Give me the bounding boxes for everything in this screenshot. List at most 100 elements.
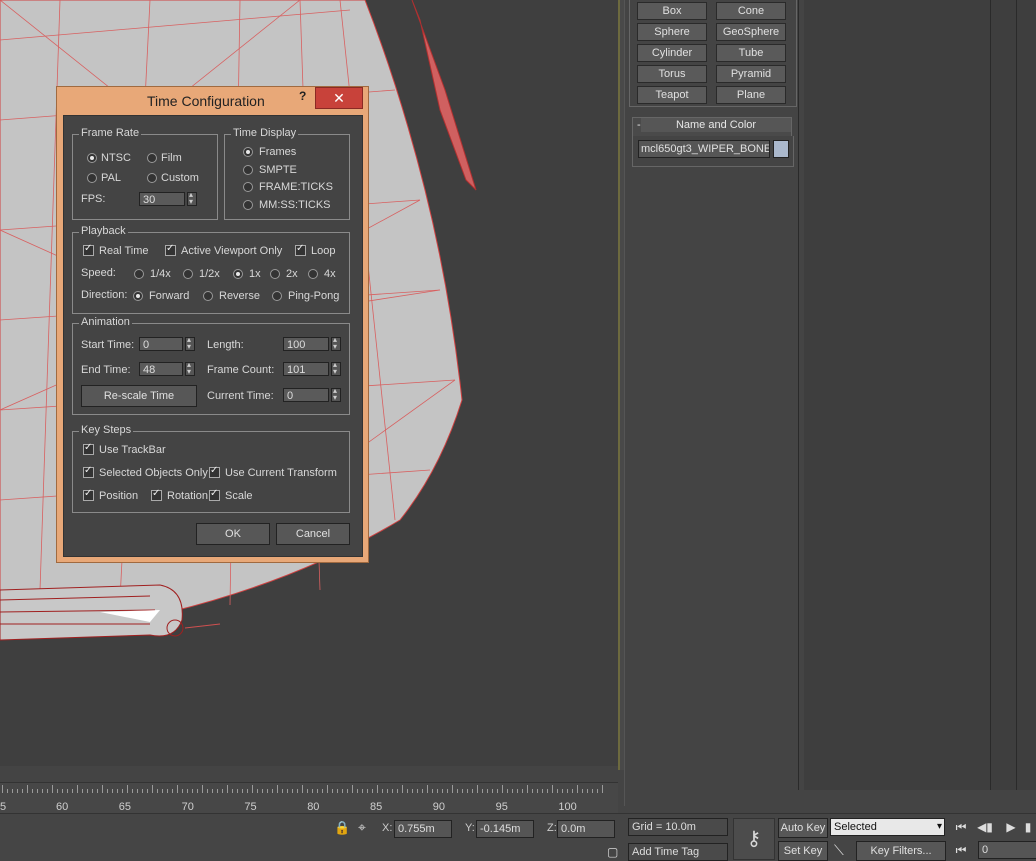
timeline-tick bbox=[122, 789, 123, 793]
speed-1x-radio[interactable] bbox=[233, 269, 243, 279]
current-time-spinner[interactable] bbox=[331, 386, 341, 402]
reverse-radio[interactable] bbox=[203, 291, 213, 301]
timeline-tick bbox=[182, 789, 183, 793]
create-torus-button[interactable]: Torus bbox=[637, 65, 707, 83]
current-time-field[interactable]: 0 bbox=[283, 388, 329, 402]
pingpong-radio[interactable] bbox=[272, 291, 282, 301]
mm-ss-ticks-radio[interactable] bbox=[243, 200, 253, 210]
key-mode-dropdown[interactable]: Selected ▾ bbox=[830, 818, 945, 836]
speed-2x-radio[interactable] bbox=[270, 269, 280, 279]
create-teapot-button[interactable]: Teapot bbox=[637, 86, 707, 104]
speed-half-radio[interactable] bbox=[183, 269, 193, 279]
film-radio[interactable] bbox=[147, 153, 157, 163]
speed-4x-radio[interactable] bbox=[308, 269, 318, 279]
lock-icon[interactable]: 🔒 bbox=[334, 820, 350, 836]
timeline-tick bbox=[282, 789, 283, 793]
timeline-tick bbox=[17, 789, 18, 793]
real-time-checkbox[interactable] bbox=[83, 243, 94, 256]
help-button[interactable]: ? bbox=[299, 89, 306, 103]
use-trackbar-checkbox[interactable] bbox=[83, 442, 94, 455]
timeline-tick bbox=[42, 789, 43, 793]
frame-count-field[interactable]: 101 bbox=[283, 362, 329, 376]
timeline-tick bbox=[7, 789, 8, 793]
selected-objects-only-checkbox[interactable] bbox=[83, 465, 94, 478]
create-cylinder-button[interactable]: Cylinder bbox=[637, 44, 707, 62]
length-field[interactable]: 100 bbox=[283, 337, 329, 351]
frame-count-spinner[interactable] bbox=[331, 360, 341, 376]
timeline-tick bbox=[507, 789, 508, 793]
start-time-spinner[interactable] bbox=[185, 335, 195, 351]
timeline-tick bbox=[207, 789, 208, 793]
ntsc-label: NTSC bbox=[101, 152, 131, 164]
go-to-start-icon[interactable]: ⏮ bbox=[950, 818, 972, 836]
dialog-titlebar[interactable]: Time Configuration ? ✕ bbox=[57, 87, 368, 115]
create-sphere-button[interactable]: Sphere bbox=[637, 23, 707, 41]
set-keys-key-icon[interactable]: ⚷ bbox=[733, 818, 775, 860]
set-key-button[interactable]: Set Key bbox=[778, 841, 828, 861]
key-filters-button[interactable]: Key Filters... bbox=[856, 841, 946, 861]
use-current-transform-checkbox[interactable] bbox=[209, 465, 220, 478]
time-slider-track[interactable]: 5 60 65 70 75 80 85 90 95 100 bbox=[0, 782, 618, 813]
object-color-swatch[interactable] bbox=[773, 140, 789, 158]
previous-frame-icon[interactable]: ◀▮ bbox=[974, 818, 996, 836]
selected-objects-only-label: Selected Objects Only bbox=[99, 467, 208, 479]
z-coordinate-field[interactable]: 0.0m bbox=[557, 820, 615, 838]
end-time-field[interactable]: 48 bbox=[139, 362, 183, 376]
speed-4x-label: 4x bbox=[324, 268, 336, 280]
create-cone-button[interactable]: Cone bbox=[716, 2, 786, 20]
timeline-tick bbox=[157, 789, 158, 793]
timeline-tick bbox=[477, 785, 478, 793]
loop-checkbox[interactable] bbox=[295, 243, 306, 256]
scale-checkbox[interactable] bbox=[209, 488, 220, 501]
fps-spinner[interactable] bbox=[187, 190, 197, 206]
speed-quarter-radio[interactable] bbox=[134, 269, 144, 279]
smpte-radio[interactable] bbox=[243, 165, 253, 175]
create-box-button[interactable]: Box bbox=[637, 2, 707, 20]
time-tag-icon[interactable]: ▢ bbox=[607, 845, 618, 859]
timeline-tick bbox=[227, 785, 228, 793]
create-plane-button[interactable]: Plane bbox=[716, 86, 786, 104]
absolute-mode-icon[interactable]: ⌖ bbox=[358, 819, 366, 836]
start-time-field[interactable]: 0 bbox=[139, 337, 183, 351]
frame-rate-title: Frame Rate bbox=[79, 127, 142, 139]
end-time-spinner[interactable] bbox=[185, 360, 195, 376]
custom-radio[interactable] bbox=[147, 173, 157, 183]
timeline-tick bbox=[107, 789, 108, 793]
ntsc-radio[interactable] bbox=[87, 153, 97, 163]
length-spinner[interactable] bbox=[331, 335, 341, 351]
timeline-tick-label: 100 bbox=[558, 801, 577, 813]
timeline-tick bbox=[497, 789, 498, 793]
timeline-tick bbox=[312, 789, 313, 793]
timeline-tick bbox=[572, 789, 573, 793]
current-frame-field[interactable]: 0 bbox=[978, 841, 1036, 859]
forward-radio[interactable] bbox=[133, 291, 143, 301]
cancel-button[interactable]: Cancel bbox=[276, 523, 350, 545]
fps-field[interactable]: 30 bbox=[139, 192, 185, 206]
rotation-checkbox[interactable] bbox=[151, 488, 162, 501]
timeline-tick bbox=[587, 789, 588, 793]
timeline-tick bbox=[422, 789, 423, 793]
frame-ticks-radio[interactable] bbox=[243, 182, 253, 192]
y-coordinate-field[interactable]: -0.145m bbox=[476, 820, 534, 838]
x-coordinate-field[interactable]: 0.755m bbox=[394, 820, 452, 838]
create-tube-button[interactable]: Tube bbox=[716, 44, 786, 62]
frame-step-icon[interactable]: ⏮ bbox=[950, 841, 972, 859]
create-pyramid-button[interactable]: Pyramid bbox=[716, 65, 786, 83]
position-checkbox[interactable] bbox=[83, 488, 94, 501]
pal-radio[interactable] bbox=[87, 173, 97, 183]
timeline-tick bbox=[277, 785, 278, 793]
timeline-tick bbox=[247, 789, 248, 793]
key-filter-pen-icon[interactable]: ⟍ bbox=[834, 842, 844, 859]
play-icon[interactable]: ▶ bbox=[1000, 818, 1022, 836]
next-frame-icon[interactable]: ▮ bbox=[1020, 818, 1036, 836]
active-viewport-checkbox[interactable] bbox=[165, 243, 176, 256]
close-button[interactable]: ✕ bbox=[315, 87, 363, 109]
object-name-input[interactable]: mcl650gt3_WIPER_BONE0 bbox=[638, 140, 770, 158]
add-time-tag-button[interactable]: Add Time Tag bbox=[628, 843, 728, 861]
ok-button[interactable]: OK bbox=[196, 523, 270, 545]
rescale-time-button[interactable]: Re-scale Time bbox=[81, 385, 197, 407]
auto-key-button[interactable]: Auto Key bbox=[778, 818, 828, 838]
create-geosphere-button[interactable]: GeoSphere bbox=[716, 23, 786, 41]
current-time-label: Current Time: bbox=[207, 390, 274, 402]
frames-radio[interactable] bbox=[243, 147, 253, 157]
